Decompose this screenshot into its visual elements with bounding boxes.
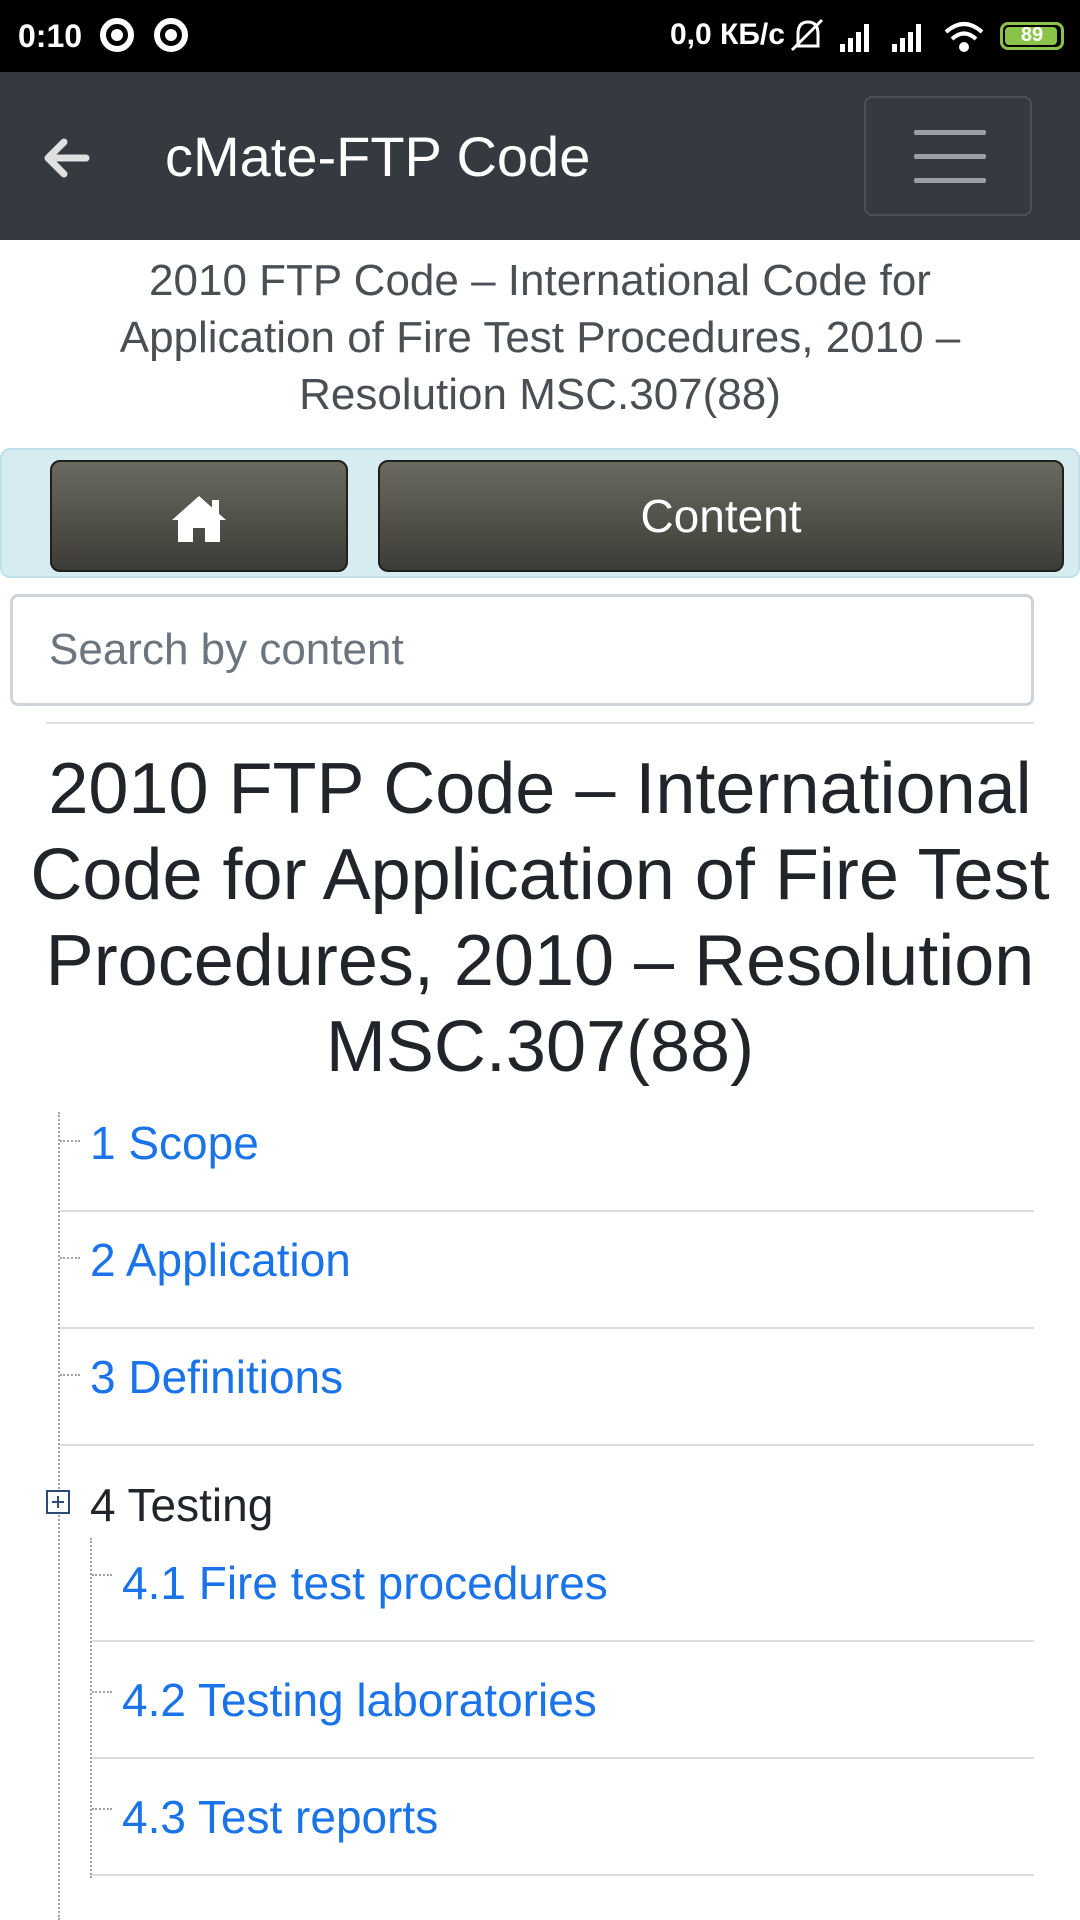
toc-item-definitions[interactable]: 3 Definitions	[60, 1330, 1034, 1446]
network-speed: 0,0 КБ/с	[670, 18, 785, 51]
back-arrow-icon[interactable]	[36, 128, 96, 188]
app-title: cMate-FTP Code	[165, 125, 591, 188]
toc-section-testing[interactable]: 4 Testing	[90, 1478, 273, 1532]
home-icon	[172, 496, 226, 542]
signal-icon	[892, 24, 921, 52]
toc-link[interactable]: 4.3 Test reports	[122, 1790, 438, 1844]
toc-link[interactable]: 4.2 Testing laboratories	[122, 1673, 597, 1727]
toc-link[interactable]: 2 Application	[90, 1233, 351, 1287]
notification-icon	[154, 18, 188, 52]
content-button[interactable]: Content	[378, 460, 1064, 572]
notification-icon	[100, 18, 134, 52]
home-button[interactable]	[50, 460, 348, 572]
toc-item-application[interactable]: 2 Application	[60, 1213, 1034, 1329]
divider	[46, 722, 1034, 724]
toc-link[interactable]: 1 Scope	[90, 1116, 259, 1170]
hamburger-menu-button[interactable]	[864, 96, 1032, 216]
search-input[interactable]	[10, 594, 1034, 706]
toc-item-scope[interactable]: 1 Scope	[60, 1096, 1034, 1212]
battery-icon: 89	[1000, 22, 1064, 50]
status-bar: 0:10 0,0 КБ/с 89	[0, 0, 1080, 72]
document-header-title: 2010 FTP Code – International Code for A…	[119, 256, 961, 419]
toc-subitem-testing-laboratories[interactable]: 4.2 Testing laboratories	[92, 1643, 1034, 1759]
toc-link[interactable]: 4.1 Fire test procedures	[122, 1556, 608, 1610]
toc-subitem-test-reports[interactable]: 4.3 Test reports	[92, 1760, 1034, 1876]
expand-plus-icon[interactable]	[46, 1490, 70, 1514]
page-title: 2010 FTP Code – International Code for A…	[30, 749, 1050, 1087]
battery-level: 89	[1020, 24, 1044, 46]
toc-subitem-fire-test-procedures[interactable]: 4.1 Fire test procedures	[92, 1526, 1034, 1642]
toc-link[interactable]: 3 Definitions	[90, 1350, 343, 1404]
nav-bar: Content	[0, 448, 1080, 578]
mute-icon	[790, 18, 824, 52]
wifi-icon	[944, 22, 984, 52]
signal-icon	[840, 24, 869, 52]
hamburger-icon	[914, 130, 986, 135]
app-bar: cMate-FTP Code	[0, 72, 1080, 240]
status-time: 0:10	[18, 18, 83, 54]
